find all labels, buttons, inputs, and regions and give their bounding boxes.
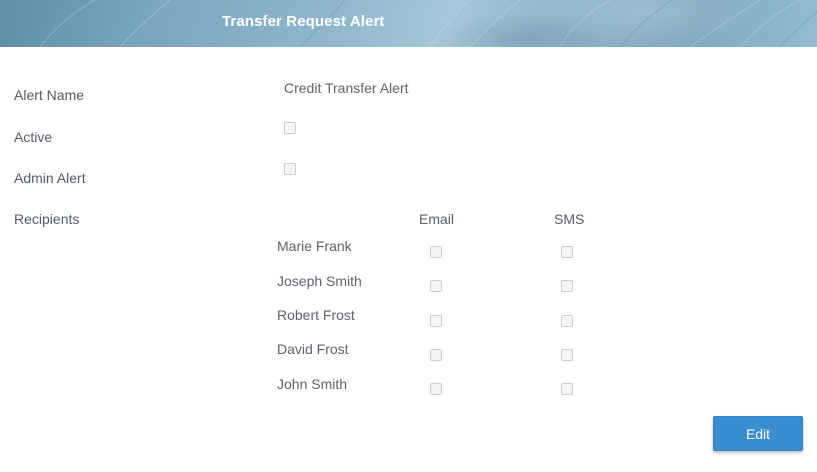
page-title: Transfer Request Alert — [222, 13, 385, 30]
recipient-name: David Frost — [277, 341, 349, 357]
alert-name-value: Credit Transfer Alert — [284, 80, 409, 96]
recipient-email-checkbox[interactable] — [430, 349, 442, 361]
recipient-name: John Smith — [277, 376, 348, 392]
recipient-name: Robert Frost — [277, 307, 355, 323]
email-column-header: Email — [419, 211, 455, 227]
recipient-sms-checkbox[interactable] — [561, 349, 573, 361]
alert-name-label: Alert Name — [14, 87, 85, 103]
recipient-email-checkbox[interactable] — [430, 280, 442, 292]
recipients-label: Recipients — [14, 211, 80, 227]
header-banner: Transfer Request Alert — [0, 0, 817, 47]
recipient-email-checkbox[interactable] — [430, 383, 442, 395]
recipient-sms-checkbox[interactable] — [561, 315, 573, 327]
active-label: Active — [14, 129, 53, 145]
banner-texture — [39, 0, 817, 47]
sms-column-header: SMS — [554, 211, 585, 227]
recipient-name: Marie Frank — [277, 238, 352, 254]
recipient-name: Joseph Smith — [277, 273, 362, 289]
recipient-sms-checkbox[interactable] — [561, 246, 573, 258]
admin-alert-label: Admin Alert — [14, 170, 86, 186]
active-checkbox[interactable] — [284, 122, 296, 134]
admin-alert-checkbox[interactable] — [284, 163, 296, 175]
edit-button[interactable]: Edit — [713, 416, 803, 451]
recipient-email-checkbox[interactable] — [430, 315, 442, 327]
recipient-email-checkbox[interactable] — [430, 246, 442, 258]
recipient-sms-checkbox[interactable] — [561, 383, 573, 395]
alert-detail-page: Transfer Request Alert Alert Name Credit… — [0, 0, 817, 472]
recipient-sms-checkbox[interactable] — [561, 280, 573, 292]
